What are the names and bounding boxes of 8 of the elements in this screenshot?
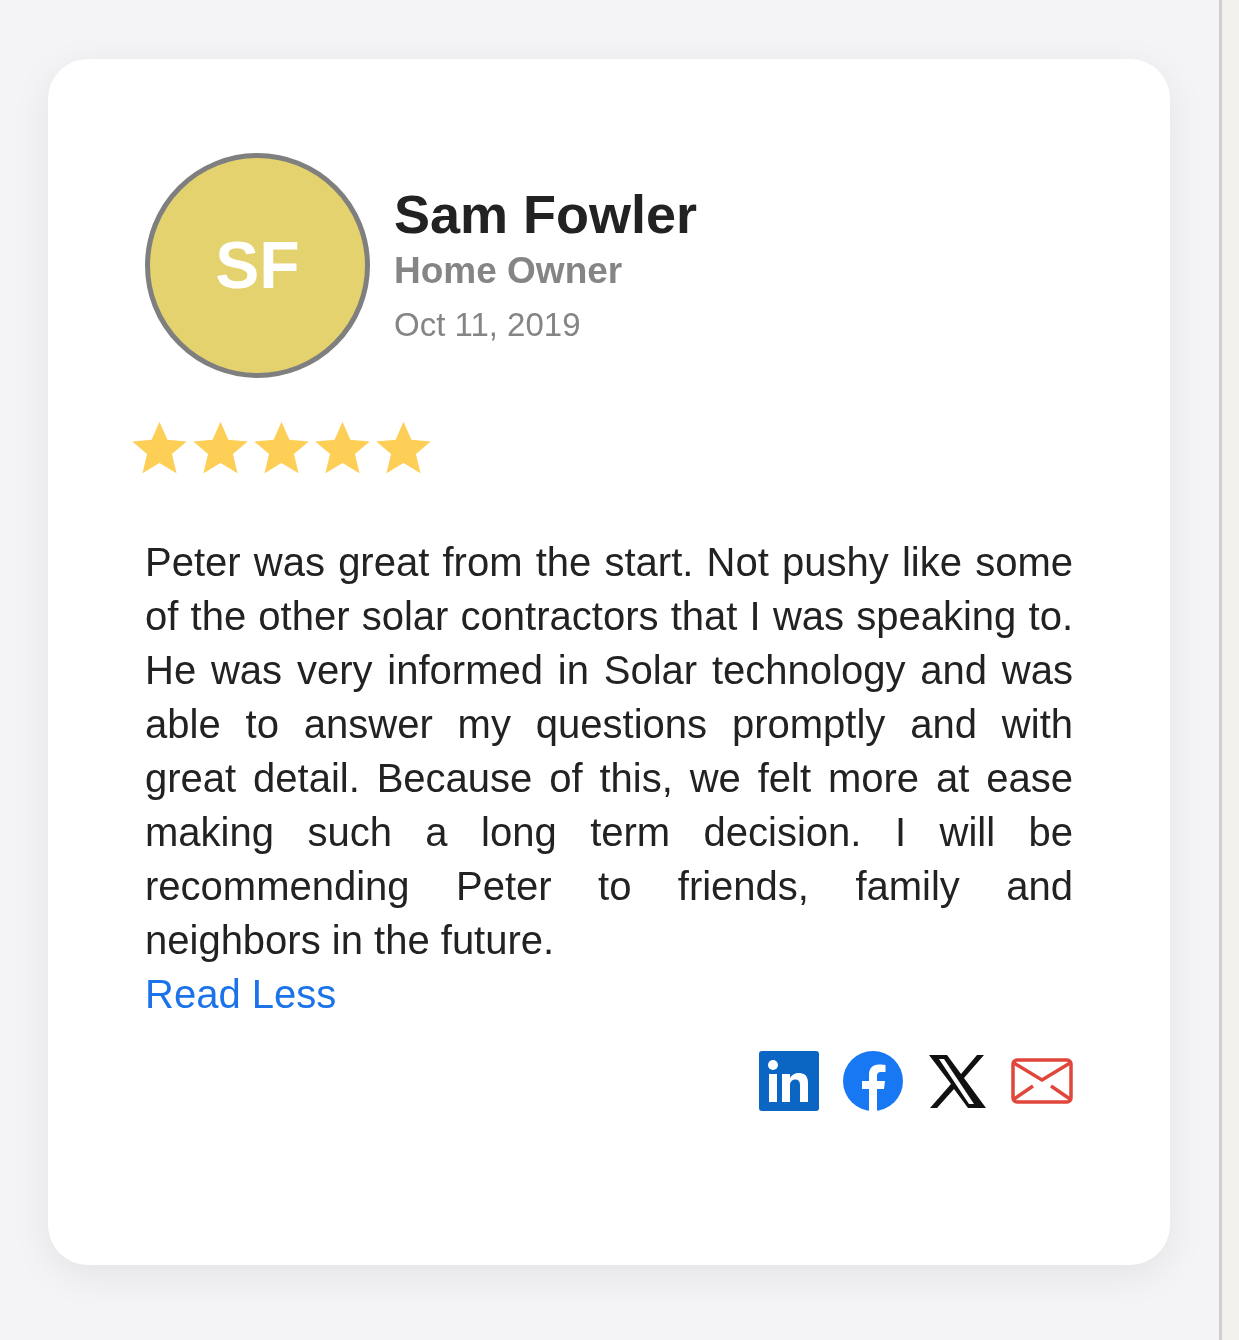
facebook-icon[interactable] — [843, 1051, 903, 1111]
review-text: Peter was great from the start. Not pushy like some of the other solar contractors that I was speaking to. He was very informed in Solar technology and was able to answer my questions promptly and with great detail. Because of this, we felt more at ease making such a long term decision. I will be recommending Peter to friends, family and neighbors in the future. — [145, 539, 1073, 964]
reviewer-name: Sam Fowler — [394, 183, 698, 245]
avatar: SF — [145, 153, 370, 378]
review-date: Oct 11, 2019 — [394, 305, 582, 345]
linkedin-icon[interactable] — [759, 1051, 819, 1111]
read-less-link[interactable]: Read Less — [145, 967, 337, 1021]
reviewer-role: Home Owner — [394, 249, 624, 293]
